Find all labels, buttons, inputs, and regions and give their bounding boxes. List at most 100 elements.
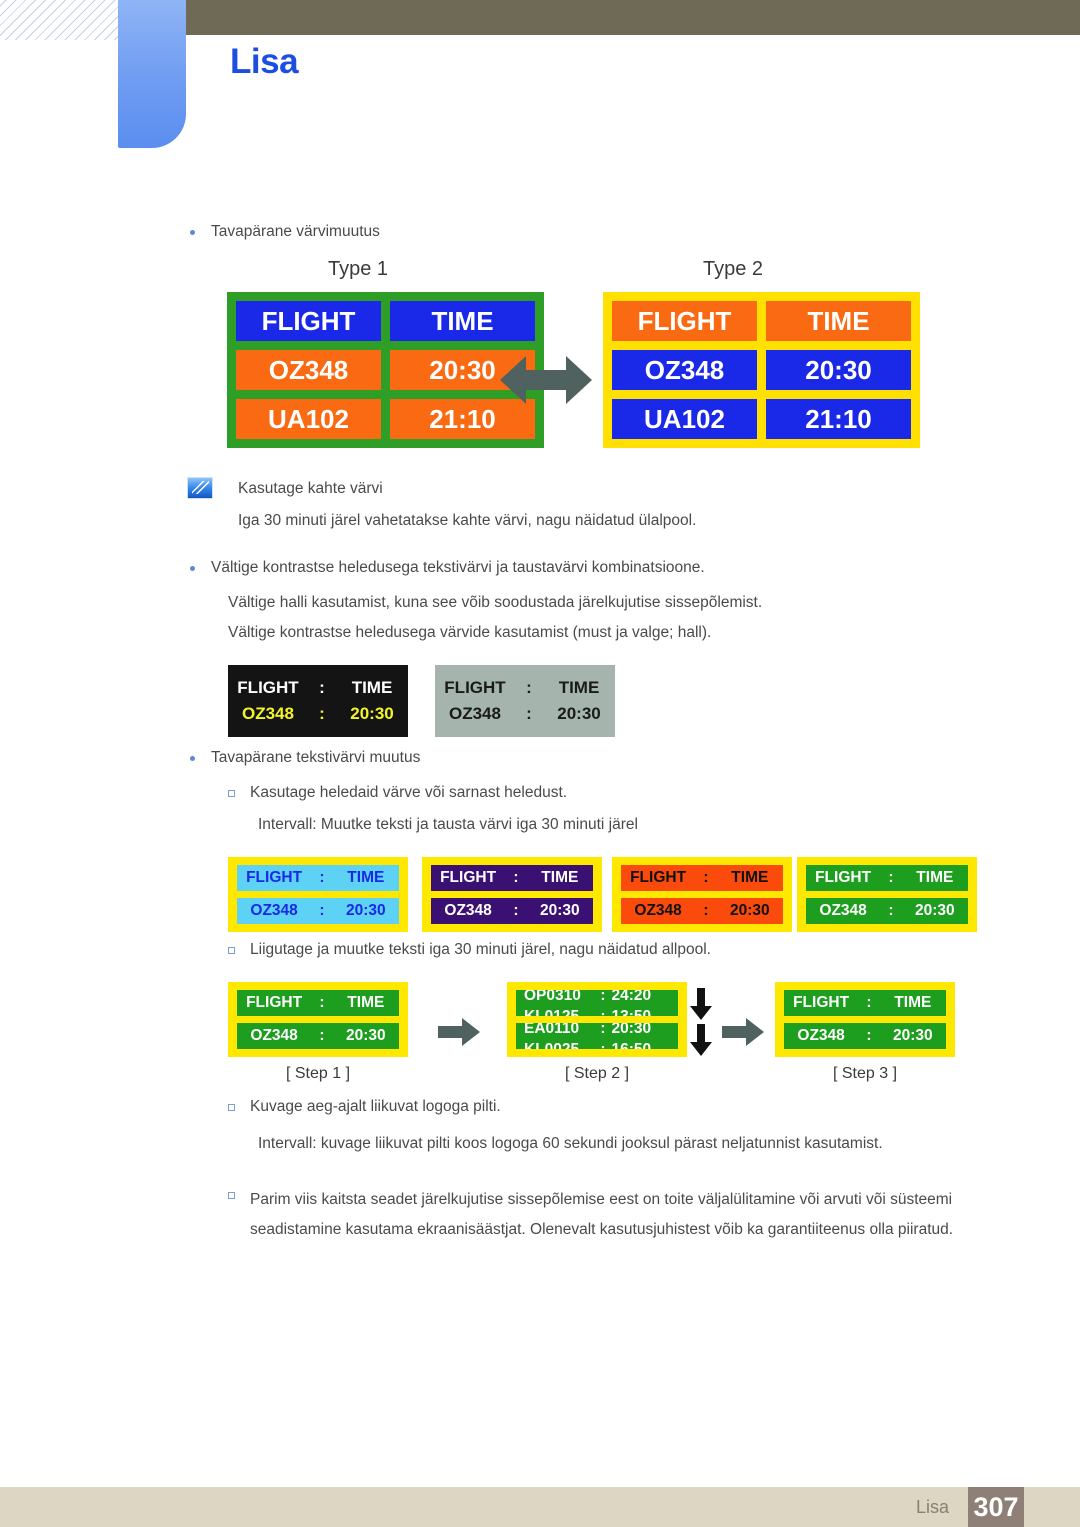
header-blue-tab [118, 0, 186, 148]
panel-clock: 24:20 [611, 990, 652, 1004]
panel-header-line: FLIGHT : TIME [784, 990, 946, 1016]
panel-colon: : [888, 902, 894, 919]
panel-flight-label: FLIGHT [440, 869, 497, 886]
panel-time-label: TIME [347, 869, 385, 886]
panel-flight-label: FLIGHT [246, 994, 303, 1011]
step2-line: KL0025 : 16:50 [516, 1039, 678, 1050]
panel-colon: : [703, 902, 709, 919]
panel-header-line: FLIGHT : TIME [237, 990, 399, 1016]
down-arrow-icon-2 [690, 1024, 712, 1061]
bullet-move-text-label: Liigutage ja muutke teksti iga 30 minuti… [250, 941, 711, 958]
panel-colon: : [703, 869, 709, 886]
panel-colon: : [319, 1027, 325, 1044]
board-data-row: OZ348 20:30 [236, 350, 535, 390]
bullet-dot-icon [190, 756, 195, 761]
panel-code: OZ348 [444, 902, 492, 919]
color-panel-green: FLIGHT : TIME OZ348 : 20:30 [797, 857, 977, 932]
panel-data-line: OZ348 : 20:30 [237, 898, 399, 924]
panel-clock: 20:30 [914, 902, 955, 919]
panel-time-label: TIME [347, 994, 385, 1011]
panel-code: KL0025 [524, 1040, 580, 1050]
note-pen-icon [187, 477, 213, 499]
bullet-avoid-contrast-label: Vältige kontrastse heledusega tekstivärv… [211, 559, 705, 576]
board-cell-flight: FLIGHT [236, 301, 381, 341]
caption-word: Step [841, 1065, 875, 1082]
panel-flight-label: FLIGHT [793, 994, 850, 1011]
panel-colon: : [526, 678, 532, 697]
panel-header-line: FLIGHT : TIME [227, 678, 409, 698]
avoid-bw-text: Vältige kontrastse heledusega värvide ka… [228, 624, 712, 641]
caption-word: Step [294, 1065, 328, 1082]
interval-30-text: Intervall: Muutke teksti ja tausta värvi… [258, 816, 638, 833]
panel-time-label: TIME [916, 869, 954, 886]
panel-time-label: TIME [558, 678, 600, 697]
caption-close: ] [624, 1065, 630, 1082]
panel-clock: 20:30 [892, 1027, 933, 1044]
caption-close: ] [892, 1065, 898, 1082]
panel-header-line: FLIGHT : TIME [431, 865, 593, 891]
panel-data-line: OZ348 : 20:30 [806, 898, 968, 924]
bullet-text-color-change: Tavapärane tekstivärvi muutus [190, 748, 890, 769]
bullet-show-logo: Kuvage aeg-ajalt liikuvat logoga pilti. [228, 1097, 1028, 1118]
panel-colon: : [319, 869, 325, 886]
panel-time-label: TIME [894, 994, 932, 1011]
caption-num: 2 [611, 1065, 621, 1082]
header-hatch-decoration [0, 0, 118, 40]
bullet-square-icon [228, 1192, 235, 1199]
board-cell-clock: 20:30 [766, 350, 911, 390]
bullet-text-color-change-label: Tavapärane tekstivärvi muutus [211, 749, 421, 766]
step3-caption: [ Step 3 ] [775, 1065, 955, 1083]
panel-colon: : [600, 1040, 606, 1050]
note-body: Iga 30 minuti järel vahetatakse kahte vä… [238, 512, 697, 529]
panel-clock: 16:50 [611, 1040, 652, 1050]
panel-code: OZ348 [634, 902, 682, 919]
step2-line: KL0125 : 13:50 [516, 1006, 678, 1017]
flight-board-type2: FLIGHT TIME OZ348 20:30 UA102 21:10 [603, 292, 920, 448]
step3-panel: FLIGHT : TIME OZ348 : 20:30 [775, 982, 955, 1057]
panel-colon: : [319, 994, 325, 1011]
step1-caption: [ Step 1 ] [228, 1065, 408, 1083]
panel-clock: 20:30 [729, 902, 770, 919]
bullet-best-way-label: Parim viis kaitsta seadet järelkujutise … [250, 1191, 954, 1239]
panel-data-line: OZ348 : 20:30 [621, 898, 783, 924]
bullet-use-bright: Kasutage heledaid värve või sarnast hele… [228, 783, 928, 804]
caption-word: Step [573, 1065, 607, 1082]
panel-flight-label: FLIGHT [630, 869, 687, 886]
panel-flight-label: FLIGHT [815, 869, 872, 886]
panel-clock: 20:30 [611, 1023, 652, 1037]
board-cell-time: TIME [390, 301, 535, 341]
caption-close: ] [345, 1065, 351, 1082]
step1-panel: FLIGHT : TIME OZ348 : 20:30 [228, 982, 408, 1057]
panel-code: OP0310 [524, 990, 581, 1004]
interval-logo-text: Intervall: kuvage liikuvat pilti koos lo… [258, 1135, 883, 1152]
panel-code: OZ348 [250, 902, 298, 919]
panel-time-label: TIME [731, 869, 769, 886]
type1-label: Type 1 [327, 258, 389, 280]
panel-code: OZ348 [797, 1027, 845, 1044]
board-cell-flight: FLIGHT [612, 301, 757, 341]
caption-open: [ [564, 1065, 570, 1082]
panel-clock: 20:30 [350, 704, 394, 723]
footer-page-number: 307 [973, 1491, 1019, 1522]
type2-label: Type 2 [702, 258, 764, 280]
board-cell-code: UA102 [236, 399, 381, 439]
panel-colon: : [319, 704, 325, 723]
panel-colon: : [600, 1023, 606, 1037]
footer-page-number-box: 307 [968, 1487, 1024, 1527]
panel-header-line: FLIGHT : TIME [434, 678, 616, 698]
page-root: Lisa Tavapärane värvimuutus Type 1 Type … [0, 0, 1080, 1527]
board-header-row: FLIGHT TIME [236, 301, 535, 341]
step2-line: EA0110 : 20:30 [516, 1023, 678, 1039]
panel-data-line: OZ348 : 20:30 [784, 1023, 946, 1049]
step2-line: OP0310 : 24:20 [516, 990, 678, 1006]
panel-header-line: FLIGHT : TIME [237, 865, 399, 891]
board-cell-code: UA102 [612, 399, 757, 439]
bullet-move-text: Liigutage ja muutke teksti iga 30 minuti… [228, 940, 1028, 961]
caption-open: [ [285, 1065, 291, 1082]
panel-colon: : [866, 1027, 872, 1044]
caption-open: [ [832, 1065, 838, 1082]
board-cell-time: TIME [766, 301, 911, 341]
bullet-square-icon [228, 1104, 235, 1111]
panel-time-label: TIME [541, 869, 579, 886]
bullet-color-change-label: Tavapärane värvimuutus [211, 223, 380, 240]
